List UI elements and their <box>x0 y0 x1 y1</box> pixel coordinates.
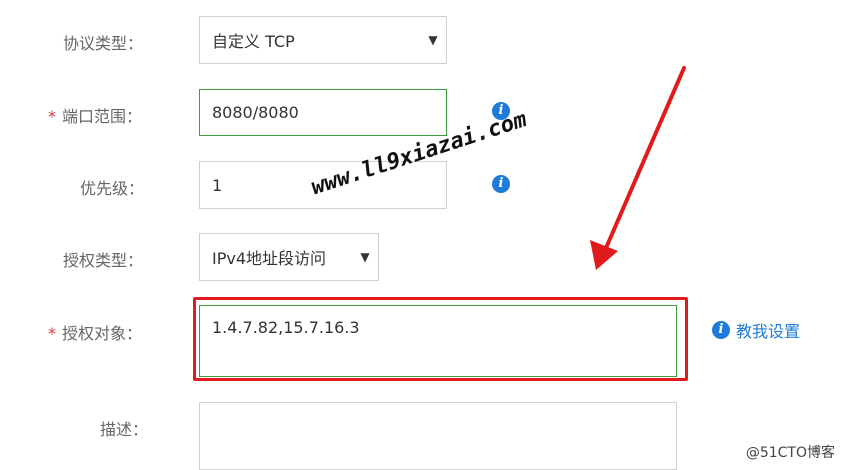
annotation-arrow <box>590 66 686 270</box>
security-group-rule-form: 协议类型： 自定义 TCP ▼ * 端口范围： 8080/8080 i 优先级： … <box>0 0 845 470</box>
corner-mark: @51CTO博客 <box>745 445 835 461</box>
